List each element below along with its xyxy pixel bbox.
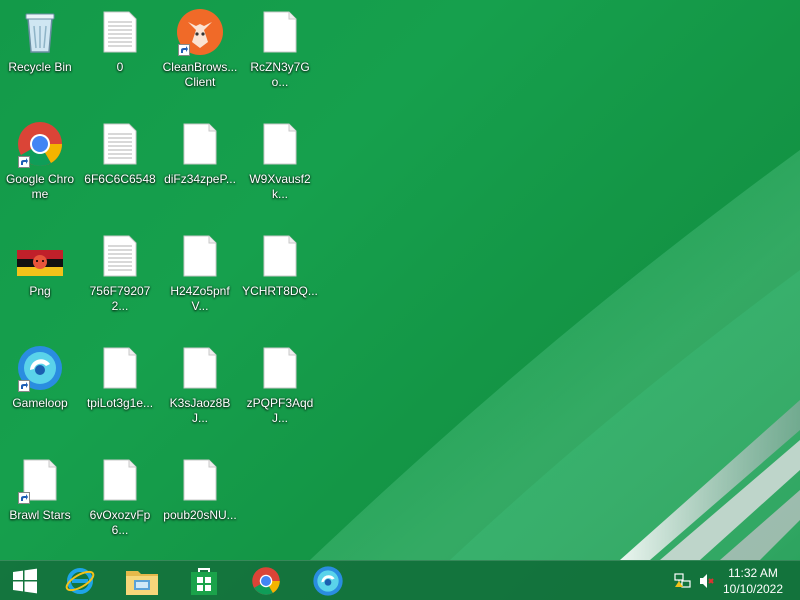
desktop-file-icon[interactable]: tpiLot3g1e...: [80, 344, 160, 411]
chrome-icon: [252, 567, 280, 595]
image-thumbnail-icon: [16, 232, 64, 280]
blank-file-icon: [176, 456, 224, 504]
desktop-file-icon[interactable]: 0: [80, 8, 160, 75]
icon-label: 0: [116, 60, 124, 74]
recycle-bin-desktop-icon[interactable]: Recycle Bin: [0, 8, 80, 75]
icon-label: CleanBrows... Client: [162, 60, 238, 89]
start-button[interactable]: [0, 561, 50, 600]
blank-file-icon: [256, 232, 304, 280]
icon-label: Gameloop: [12, 396, 68, 410]
file-explorer-icon: [126, 571, 158, 595]
network-icon: [674, 573, 691, 588]
text-file-icon: [96, 232, 144, 280]
icon-label: RcZN3y7Go...: [250, 60, 310, 89]
icon-label: Png: [29, 284, 51, 298]
shortcut-arrow-icon: [178, 44, 190, 56]
blank-file-icon: [176, 120, 224, 168]
icon-label: zPQPF3AqdJ...: [246, 396, 314, 425]
desktop-file-icon[interactable]: W9Xvausf2k...: [240, 120, 320, 202]
desktop-file-icon[interactable]: zPQPF3AqdJ...: [240, 344, 320, 426]
google-chrome-desktop-icon[interactable]: Google Chrome: [0, 120, 80, 202]
icon-label: Brawl Stars: [9, 508, 71, 522]
desktop-file-icon[interactable]: H24Zo5pnfV...: [160, 232, 240, 314]
blank-file-icon: [176, 232, 224, 280]
desktop-file-icon[interactable]: RcZN3y7Go...: [240, 8, 320, 90]
recycle-bin-icon: [16, 8, 64, 56]
taskbar-chrome[interactable]: [236, 561, 296, 600]
blank-file-icon: [96, 456, 144, 504]
clock-time: 11:32 AM: [728, 566, 778, 580]
icon-label: Google Chrome: [5, 172, 75, 201]
shortcut-arrow-icon: [18, 492, 30, 504]
store-icon: [191, 568, 217, 595]
png-desktop-icon[interactable]: Png: [0, 232, 80, 299]
internet-explorer-icon: [65, 568, 95, 594]
icon-label: poub20sNU...: [163, 508, 237, 522]
chrome-icon: [16, 120, 64, 168]
clock-date: 10/10/2022: [722, 582, 784, 596]
icon-label: Recycle Bin: [8, 60, 72, 74]
icon-label: 6F6C6C6548: [84, 172, 156, 186]
volume-muted-icon: [700, 574, 714, 588]
desktop-file-icon[interactable]: 756F792072...: [80, 232, 160, 314]
desktop-file-icon[interactable]: YCHRT8DQ...: [240, 232, 320, 299]
start-icon: [13, 568, 37, 594]
blank-file-icon: [256, 8, 304, 56]
blank-file-icon: [96, 344, 144, 392]
icon-label: K3sJaoz8BJ...: [169, 396, 231, 425]
blank-file-icon: [16, 456, 64, 504]
text-file-icon: [96, 8, 144, 56]
tray-volume[interactable]: [696, 561, 718, 600]
icon-label: tpiLot3g1e...: [86, 396, 154, 410]
cleanbrowsing-fox-icon: [176, 8, 224, 56]
icon-label: H24Zo5pnfV...: [170, 284, 230, 313]
icon-label: 756F792072...: [89, 284, 151, 313]
shortcut-arrow-icon: [18, 156, 30, 168]
gameloop-icon: [16, 344, 64, 392]
desktop-file-icon[interactable]: poub20sNU...: [160, 456, 240, 523]
desktop-file-icon[interactable]: K3sJaoz8BJ...: [160, 344, 240, 426]
blank-file-icon: [256, 120, 304, 168]
desktop-file-icon[interactable]: 6F6C6C6548: [80, 120, 160, 187]
text-file-icon: [96, 120, 144, 168]
gameloop-desktop-icon[interactable]: Gameloop: [0, 344, 80, 411]
taskbar-internet-explorer[interactable]: [50, 561, 110, 600]
tray-network[interactable]: [672, 561, 694, 600]
taskbar-store[interactable]: [174, 561, 234, 600]
brawl-stars-desktop-icon[interactable]: Brawl Stars: [0, 456, 80, 523]
blank-file-icon: [256, 344, 304, 392]
desktop-file-icon[interactable]: diFz34zpeP...: [160, 120, 240, 187]
taskbar-clock[interactable]: 11:32 AM 10/10/2022: [718, 565, 788, 597]
taskbar-file-explorer[interactable]: [112, 561, 172, 600]
icon-label: 6vOxozvFp6...: [89, 508, 151, 537]
gameloop-icon: [313, 566, 343, 596]
shortcut-arrow-icon: [18, 380, 30, 392]
blank-file-icon: [176, 344, 224, 392]
taskbar: 11:32 AM 10/10/2022: [0, 560, 800, 600]
taskbar-gameloop[interactable]: [298, 561, 358, 600]
cleanbrowsing-client-desktop-icon[interactable]: CleanBrows... Client: [160, 8, 240, 90]
icon-label: diFz34zpeP...: [164, 172, 236, 186]
icon-label: W9Xvausf2k...: [249, 172, 311, 201]
desktop-file-icon[interactable]: 6vOxozvFp6...: [80, 456, 160, 538]
icon-label: YCHRT8DQ...: [242, 284, 318, 298]
